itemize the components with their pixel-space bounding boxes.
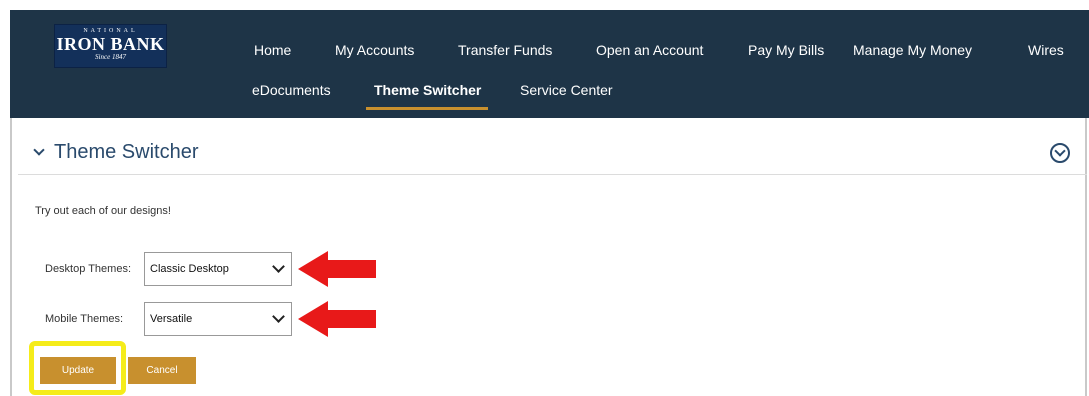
chevron-down-icon: [272, 310, 285, 323]
circle-chevron-down-icon[interactable]: [1050, 143, 1070, 163]
cancel-button[interactable]: Cancel: [128, 357, 196, 384]
logo-line-since: Since 1847: [95, 53, 126, 61]
active-nav-underline: [366, 107, 488, 110]
chevron-down-icon: [272, 260, 285, 273]
desktop-themes-value: Classic Desktop: [150, 263, 229, 275]
desktop-themes-label: Desktop Themes:: [45, 263, 132, 275]
logo-line-iron-bank: IRON BANK: [56, 34, 165, 54]
theme-switcher-panel-header[interactable]: Theme Switcher: [18, 133, 1087, 175]
top-navigation-bar: NATIONAL IRON BANK Since 1847 Home My Ac…: [10, 10, 1089, 118]
nav-item-my-accounts[interactable]: My Accounts: [335, 42, 414, 58]
nav-item-edocuments[interactable]: eDocuments: [252, 82, 331, 98]
red-arrow-icon: [298, 251, 376, 287]
page-title: Theme Switcher: [54, 141, 199, 163]
mobile-themes-value: Versatile: [150, 313, 193, 325]
nav-item-open-an-account[interactable]: Open an Account: [596, 42, 703, 58]
nav-item-theme-switcher[interactable]: Theme Switcher: [374, 82, 481, 98]
nav-item-pay-my-bills[interactable]: Pay My Bills: [748, 42, 824, 58]
red-arrow-icon: [298, 301, 376, 337]
nav-item-wires[interactable]: Wires: [1028, 42, 1064, 58]
mobile-themes-label: Mobile Themes:: [45, 313, 124, 325]
nav-item-transfer-funds[interactable]: Transfer Funds: [458, 42, 552, 58]
nav-item-service-center[interactable]: Service Center: [520, 82, 613, 98]
iron-bank-logo[interactable]: NATIONAL IRON BANK Since 1847: [54, 24, 167, 68]
update-highlight-box: [29, 341, 126, 395]
desktop-themes-select[interactable]: Classic Desktop: [144, 252, 292, 286]
nav-item-manage-my-money[interactable]: Manage My Money: [853, 42, 972, 58]
intro-text: Try out each of our designs!: [35, 205, 171, 217]
mobile-themes-select[interactable]: Versatile: [144, 302, 292, 336]
chevron-down-icon[interactable]: [33, 144, 45, 156]
nav-item-home[interactable]: Home: [254, 42, 291, 58]
